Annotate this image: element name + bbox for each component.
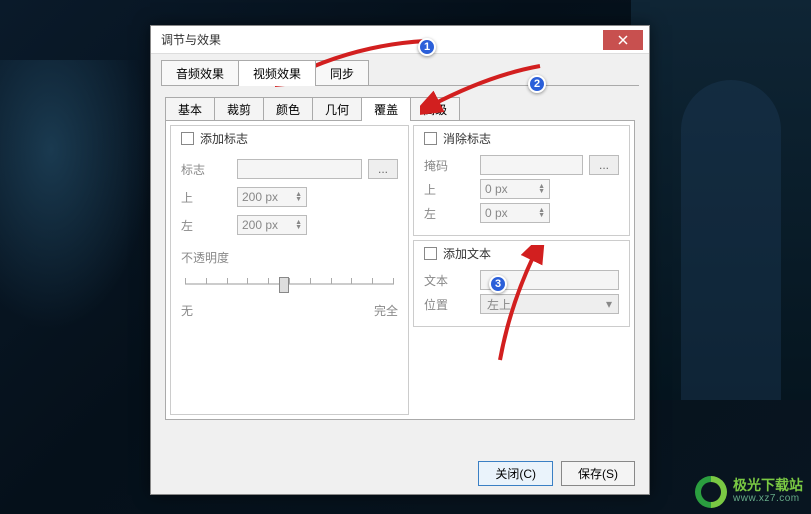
checkbox-add-text[interactable]	[424, 247, 437, 260]
sub-tabs: 基本 裁剪 颜色 几何 覆盖 高级	[165, 97, 635, 121]
label-logo: 标志	[181, 161, 231, 178]
label-mask-left: 左	[424, 205, 474, 222]
dialog-footer: 关闭(C) 保存(S)	[478, 461, 635, 486]
label-add-text: 添加文本	[443, 245, 491, 262]
overlay-tab-content: 添加标志 标志 ... 上 200 px ▲▼ 左	[165, 120, 635, 420]
subtab-crop[interactable]: 裁剪	[214, 97, 264, 121]
spin-mask-left[interactable]: 0 px ▲▼	[480, 203, 550, 223]
close-button[interactable]	[603, 30, 643, 50]
subtab-advanced[interactable]: 高级	[410, 97, 460, 121]
label-remove-logo: 消除标志	[443, 130, 491, 147]
input-logo-path[interactable]	[237, 159, 362, 179]
close-dialog-button[interactable]: 关闭(C)	[478, 461, 553, 486]
background-glow	[0, 60, 170, 360]
spin-mask-top-value: 0 px	[485, 182, 508, 196]
spin-arrows-icon: ▲▼	[538, 184, 545, 194]
tab-video-effects[interactable]: 视频效果	[238, 60, 316, 86]
panel-remove-logo: 消除标志 掩码 ... 上 0 px ▲▼	[413, 125, 630, 236]
slider-max-label: 完全	[374, 302, 398, 319]
label-opacity: 不透明度	[181, 249, 398, 266]
main-tabs: 音频效果 视频效果 同步	[161, 60, 639, 86]
spin-mask-left-value: 0 px	[485, 206, 508, 220]
spin-logo-top-value: 200 px	[242, 190, 278, 204]
label-position: 位置	[424, 296, 474, 313]
spin-mask-top[interactable]: 0 px ▲▼	[480, 179, 550, 199]
watermark-title: 极光下载站	[733, 478, 803, 492]
subtab-overlay[interactable]: 覆盖	[361, 97, 411, 121]
main-tabs-underline	[161, 85, 639, 86]
browse-logo-button[interactable]: ...	[368, 159, 398, 179]
dialog-header: 调节与效果	[151, 26, 649, 54]
panel-add-logo: 添加标志 标志 ... 上 200 px ▲▼ 左	[170, 125, 409, 415]
label-add-logo: 添加标志	[200, 130, 248, 147]
chevron-down-icon: ▾	[606, 297, 612, 311]
dialog-adjustments-effects: 调节与效果 音频效果 视频效果 同步 基本 裁剪 颜色 几何 覆盖 高级 添加标…	[150, 25, 650, 495]
spin-arrows-icon: ▲▼	[538, 208, 545, 218]
tab-sync[interactable]: 同步	[315, 60, 369, 86]
input-mask-path[interactable]	[480, 155, 583, 175]
spin-arrows-icon: ▲▼	[295, 192, 302, 202]
label-mask: 掩码	[424, 157, 474, 174]
panel-add-text: 添加文本 文本 位置 左上 ▾	[413, 240, 630, 327]
background-window	[681, 80, 781, 400]
slider-opacity[interactable]	[185, 274, 394, 294]
subtab-basic[interactable]: 基本	[165, 97, 215, 121]
subtab-color[interactable]: 颜色	[263, 97, 313, 121]
select-position[interactable]: 左上 ▾	[480, 294, 619, 314]
slider-min-label: 无	[181, 302, 193, 319]
select-position-value: 左上	[487, 296, 511, 313]
label-logo-left: 左	[181, 217, 231, 234]
tab-audio-effects[interactable]: 音频效果	[161, 60, 239, 86]
watermark: 极光下载站 www.xz7.com	[695, 476, 803, 508]
slider-thumb[interactable]	[279, 277, 289, 293]
label-text: 文本	[424, 272, 474, 289]
slider-ticks	[185, 278, 394, 284]
label-logo-top: 上	[181, 189, 231, 206]
watermark-url: www.xz7.com	[733, 492, 803, 506]
checkbox-remove-logo[interactable]	[424, 132, 437, 145]
browse-mask-button[interactable]: ...	[589, 155, 619, 175]
watermark-icon	[695, 476, 727, 508]
input-text[interactable]	[480, 270, 619, 290]
close-icon	[618, 35, 628, 45]
label-mask-top: 上	[424, 181, 474, 198]
spin-logo-left[interactable]: 200 px ▲▼	[237, 215, 307, 235]
spin-logo-top[interactable]: 200 px ▲▼	[237, 187, 307, 207]
spin-arrows-icon: ▲▼	[295, 220, 302, 230]
subtab-geometry[interactable]: 几何	[312, 97, 362, 121]
spin-logo-left-value: 200 px	[242, 218, 278, 232]
checkbox-add-logo[interactable]	[181, 132, 194, 145]
save-button[interactable]: 保存(S)	[561, 461, 635, 486]
dialog-title: 调节与效果	[157, 31, 221, 48]
